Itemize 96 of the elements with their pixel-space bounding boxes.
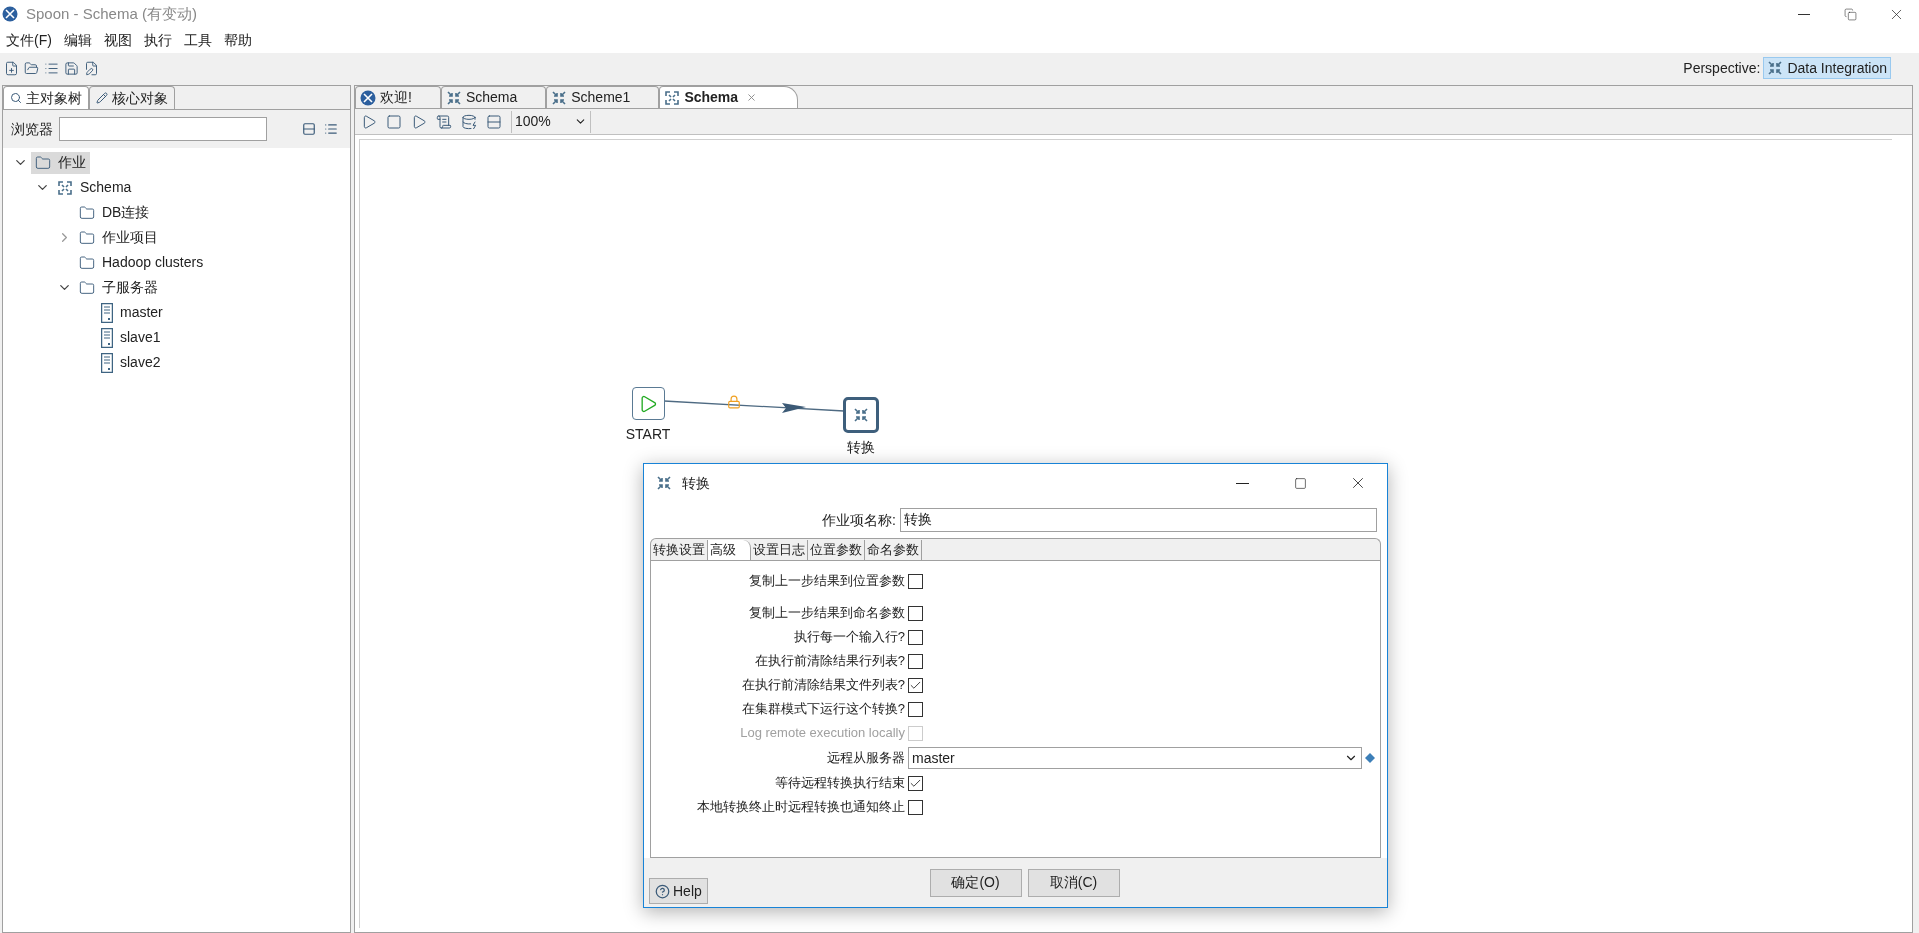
job-icon (57, 179, 73, 196)
server-icon (101, 327, 113, 348)
edit-file-icon[interactable] (84, 60, 99, 76)
stop-icon[interactable] (386, 113, 402, 130)
list-icon[interactable] (44, 60, 59, 76)
checkbox[interactable] (908, 677, 923, 693)
tree-item[interactable]: slave2 (97, 351, 165, 374)
perspective-label: Perspective: (1683, 58, 1761, 78)
checkbox[interactable] (908, 653, 923, 669)
folder-icon (79, 229, 95, 246)
transform-icon (853, 407, 869, 423)
tree-item[interactable]: DB连接 (75, 201, 154, 224)
editor-tab[interactable]: 欢迎! (355, 86, 441, 108)
maximize-icon (1293, 476, 1307, 490)
menu-item[interactable]: 编辑 (57, 30, 98, 51)
checkbox[interactable] (908, 701, 923, 717)
minimize-icon (1798, 13, 1810, 15)
perspective-button[interactable]: Data Integration (1763, 57, 1891, 79)
list-view-icon[interactable] (324, 122, 338, 136)
transform-icon (656, 475, 672, 491)
editor-tab[interactable]: Scheme1 (546, 86, 660, 108)
checkbox[interactable] (908, 573, 923, 589)
tree-item[interactable]: Hadoop clusters (75, 251, 208, 274)
checkbox[interactable] (908, 605, 923, 621)
menu-item[interactable]: 文件(F) (0, 30, 58, 51)
menu-item[interactable]: 执行 (137, 30, 178, 51)
help-button[interactable]: Help (649, 878, 708, 904)
play-icon[interactable] (411, 113, 427, 130)
minimize-icon (1235, 482, 1249, 484)
variable-icon (1365, 753, 1375, 763)
menu-item[interactable]: 视图 (97, 30, 138, 51)
window-title: Spoon - Schema (有变动) (26, 3, 197, 24)
checkbox[interactable] (908, 799, 923, 815)
save-icon[interactable] (64, 60, 79, 76)
node-label: 转换 (847, 438, 875, 457)
lock-icon (727, 395, 741, 409)
option-label: 复制上一步结果到位置参数 (748, 572, 905, 591)
search-label: 浏览器 (11, 119, 53, 139)
node-label: START (625, 425, 671, 444)
script-icon[interactable] (436, 113, 452, 130)
play-icon[interactable] (361, 113, 377, 130)
zoom-select[interactable]: 100% (511, 110, 591, 133)
start-node[interactable] (631, 387, 665, 420)
folder-icon (79, 279, 95, 296)
dialog-button[interactable]: 确定(O) (929, 868, 1022, 897)
open-folder-icon[interactable] (24, 60, 39, 76)
tree-view-icon[interactable] (302, 122, 316, 136)
folder-icon (79, 254, 95, 271)
help-icon (655, 883, 670, 899)
close-tab-icon[interactable] (746, 92, 758, 103)
search-icon (10, 92, 22, 104)
logo-icon (360, 89, 376, 106)
option-label: Log remote execution locally (739, 724, 905, 743)
job-icon (664, 89, 681, 106)
panel-tab[interactable]: 核心对象 (89, 86, 175, 109)
panel-tab[interactable]: 主对象树 (3, 86, 89, 109)
restore-icon (1843, 7, 1857, 21)
tree-item[interactable]: 作业项目 (75, 226, 162, 249)
transform-icon (1767, 60, 1784, 76)
checkbox[interactable] (908, 629, 923, 645)
transform-icon (445, 89, 462, 106)
transform-icon (551, 89, 568, 106)
name-field[interactable]: 转换 (900, 508, 1377, 532)
folder-icon (35, 154, 51, 171)
menu-item[interactable]: 帮助 (217, 30, 258, 51)
editor-tab[interactable]: Schema (659, 86, 799, 108)
dialog-title: 转换 (682, 473, 710, 493)
tree-item[interactable]: Schema (53, 176, 136, 199)
option-label: 在执行前清除结果行列表? (753, 652, 905, 671)
option-label: 执行每一个输入行? (792, 628, 905, 647)
option-label: 本地转换终止时远程转换也通知终止 (696, 798, 905, 817)
option-label: 在执行前清除结果文件列表? (740, 676, 905, 695)
option-label: 远程从服务器 (826, 749, 905, 768)
server-select[interactable]: master (908, 747, 1362, 769)
option-label: 复制上一步结果到命名参数 (748, 604, 905, 623)
checkbox[interactable] (908, 775, 923, 791)
new-file-icon[interactable] (4, 60, 19, 76)
tree-item[interactable]: 子服务器 (75, 276, 162, 299)
field-label: 作业项名称: (821, 510, 897, 530)
dialog-tab[interactable]: 高级 (708, 540, 751, 560)
option-label: 等待远程转换执行结束 (774, 774, 905, 793)
tree-item[interactable]: slave1 (97, 326, 165, 349)
rows-icon[interactable] (486, 113, 502, 130)
editor-tab[interactable]: Schema (440, 86, 547, 108)
pencil-icon (96, 92, 108, 104)
server-icon (101, 352, 113, 373)
menu-item[interactable]: 工具 (177, 30, 218, 51)
folder-icon (79, 204, 95, 221)
tree-item[interactable]: master (97, 301, 167, 324)
server-icon (101, 302, 113, 323)
transform-node[interactable] (843, 397, 879, 433)
database-icon[interactable] (461, 113, 477, 130)
search-field[interactable] (59, 117, 267, 141)
dialog-button[interactable]: 取消(C) (1027, 868, 1120, 897)
option-label: 在集群模式下运行这个转换? (740, 700, 905, 719)
tree-item[interactable]: 作业 (31, 151, 90, 174)
